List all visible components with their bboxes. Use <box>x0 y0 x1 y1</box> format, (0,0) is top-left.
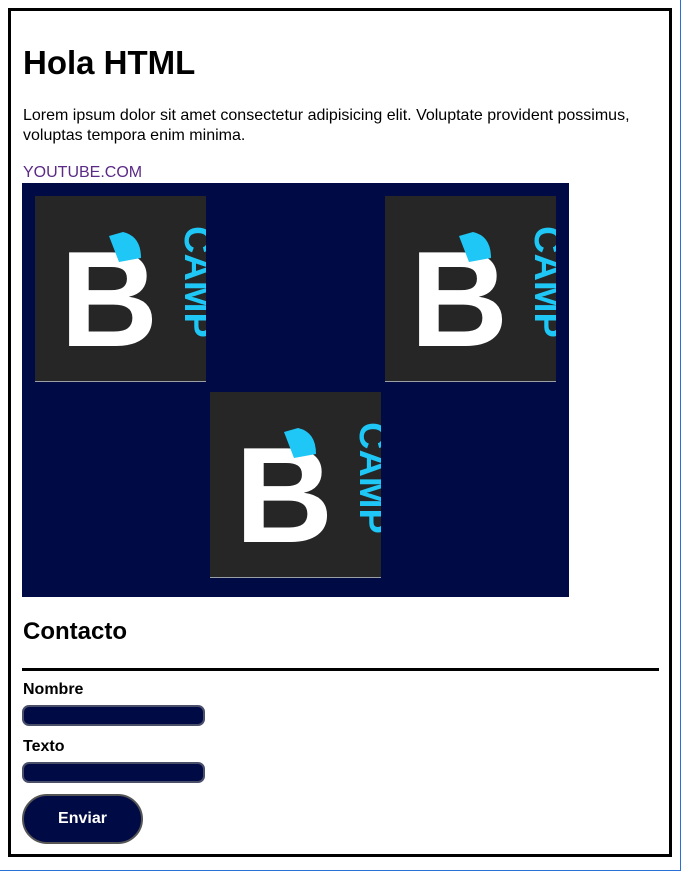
page-container: Hola HTML Lorem ipsum dolor sit amet con… <box>8 8 672 857</box>
contact-title: Contacto <box>23 618 127 645</box>
name-input[interactable] <box>22 705 205 726</box>
bcamp-logo-image-3: B CAMP <box>210 392 381 578</box>
bcamp-logo-icon: B CAMP <box>410 223 556 375</box>
submit-button[interactable]: Enviar <box>22 794 143 844</box>
logo-word: CAMP <box>176 226 206 338</box>
intro-text: Lorem ipsum dolor sit amet consectetur a… <box>23 107 630 144</box>
logo-gallery: B CAMP B CAMP B CAMP <box>22 183 569 597</box>
logo-word: CAMP <box>351 422 381 534</box>
logo-word: CAMP <box>526 226 556 338</box>
section-divider <box>22 668 659 671</box>
page-title: Hola HTML <box>23 44 196 81</box>
text-input[interactable] <box>22 762 205 783</box>
text-label: Texto <box>23 738 65 755</box>
youtube-link[interactable]: YOUTUBE.COM <box>23 163 142 183</box>
bcamp-logo-icon: B CAMP <box>235 419 381 571</box>
bcamp-logo-image-2: B CAMP <box>385 196 556 382</box>
logo-letter: B <box>410 223 508 375</box>
logo-letter: B <box>60 223 158 375</box>
bcamp-logo-image-1: B CAMP <box>35 196 206 382</box>
logo-letter: B <box>235 419 333 571</box>
page-frame: Hola HTML Lorem ipsum dolor sit amet con… <box>0 0 681 871</box>
name-label: Nombre <box>23 681 84 698</box>
bcamp-logo-icon: B CAMP <box>60 223 206 375</box>
